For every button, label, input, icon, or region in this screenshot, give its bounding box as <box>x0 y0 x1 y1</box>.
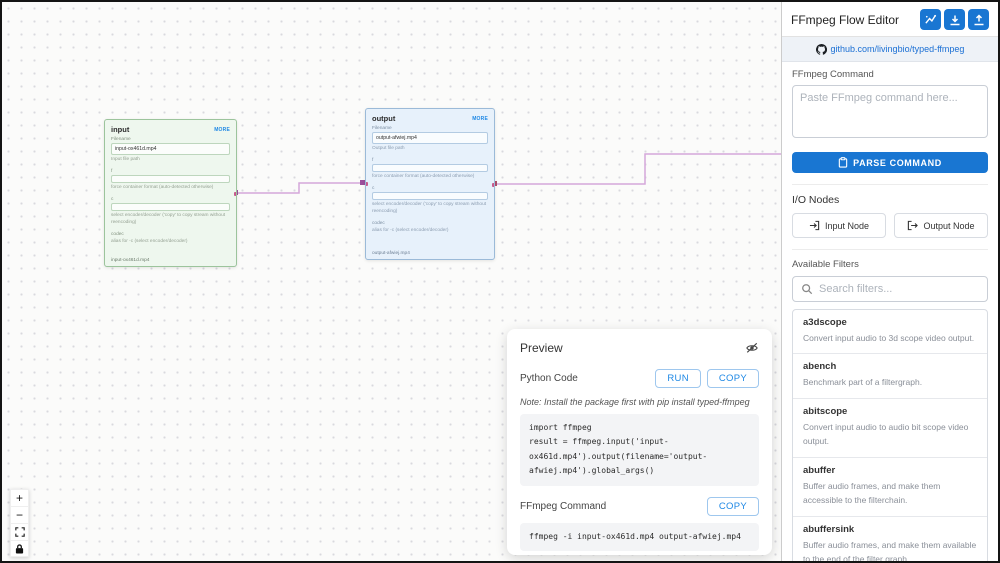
output-handle-label: output-afwiej.mp4 <box>372 251 410 256</box>
github-bar: github.com/livingbio/typed-ffmpeg <box>782 37 998 62</box>
upload-button[interactable] <box>968 9 989 30</box>
filter-name: abuffer <box>803 464 836 476</box>
edge-input-to-output[interactable] <box>237 182 363 194</box>
filter-item-abuffer[interactable]: abuffer Buffer audio frames, and make th… <box>793 458 987 517</box>
filter-search-input[interactable] <box>819 283 979 295</box>
filter-description: Buffer audio frames, and make them acces… <box>803 480 941 506</box>
fit-view-icon <box>14 527 25 537</box>
param-field[interactable] <box>372 163 488 172</box>
filter-description: Buffer audio frames, and make them avail… <box>803 539 977 561</box>
filter-name: a3dscope <box>803 317 847 328</box>
ffmpeg-flow-editor-app: input MORE Filename input-ox461d.mp4 Inp… <box>0 0 1000 563</box>
run-button[interactable]: RUN <box>655 369 701 388</box>
param-label: codec <box>372 220 385 226</box>
python-code-label: Python Code <box>520 373 578 384</box>
zoom-out-button[interactable]: − <box>10 506 29 523</box>
clipboard-icon <box>838 157 848 168</box>
command-label: FFmpeg Command <box>792 69 874 80</box>
canvas-controls: + − <box>10 489 29 557</box>
filter-description: Convert input audio to 3d scope video ou… <box>803 333 975 343</box>
filter-list: a3dscope Convert input audio to 3d scope… <box>792 309 988 561</box>
parse-command-label: PARSE COMMAND <box>853 157 942 168</box>
filter-description: Benchmark part of a filtergraph. <box>803 377 923 388</box>
param-label: codec <box>111 231 124 237</box>
filename-help: Output file path <box>372 146 405 151</box>
flow-node-input[interactable]: input MORE Filename input-ox461d.mp4 Inp… <box>104 119 237 267</box>
search-icon <box>801 283 813 295</box>
filter-item-abitscope[interactable]: abitscope Convert input audio to audio b… <box>793 399 987 458</box>
preview-title: Preview <box>520 341 563 355</box>
param-field[interactable] <box>111 174 230 183</box>
param-field[interactable] <box>111 202 230 211</box>
filter-name: abench <box>803 361 837 373</box>
node-more-button[interactable]: MORE <box>472 116 488 122</box>
lock-icon <box>15 543 24 554</box>
download-icon <box>949 14 961 26</box>
github-icon <box>815 43 827 55</box>
ffmpeg-command-block[interactable]: ffmpeg -i input-ox461d.mp4 output-afwiej… <box>520 522 759 551</box>
node-title: output <box>372 114 396 123</box>
param-label: f <box>111 168 113 174</box>
parse-command-button[interactable]: PARSE COMMAND <box>792 152 988 173</box>
add-input-node-button[interactable]: Input Node <box>792 213 886 238</box>
filename-field[interactable]: input-ox461d.mp4 <box>111 143 230 155</box>
param-help: force container format (auto-detected ot… <box>111 184 214 190</box>
filter-item-abench[interactable]: abench Benchmark part of a filtergraph. <box>793 354 987 399</box>
filter-search-box <box>792 276 988 302</box>
edge-output-to-offscreen[interactable] <box>497 153 781 185</box>
filter-name: abitscope <box>803 405 848 417</box>
hide-preview-icon[interactable] <box>745 342 759 354</box>
param-help: select encoder/decoder ('copy' to copy s… <box>372 201 487 214</box>
input-node-label: Input Node <box>824 220 870 231</box>
python-code-block[interactable]: import ffmpeg result = ffmpeg.input('inp… <box>520 414 759 486</box>
param-field[interactable] <box>372 191 488 200</box>
source-handle[interactable] <box>492 183 494 187</box>
available-filters-label: Available Filters <box>792 259 859 270</box>
filter-item-a3dscope[interactable]: a3dscope Convert input audio to 3d scope… <box>793 310 987 355</box>
filename-label: Filename <box>111 137 131 142</box>
app-title: FFmpeg Flow Editor <box>791 12 900 27</box>
filename-help: Input file path <box>111 157 140 162</box>
sidebar: FFmpeg Flow Editor github.com/livingbio/… <box>781 2 998 561</box>
node-more-button[interactable]: MORE <box>214 127 230 133</box>
filename-label: Filename <box>372 126 392 131</box>
node-title: input <box>111 125 130 134</box>
install-note: Note: Install the package first with pip… <box>520 397 750 407</box>
param-label: c <box>111 196 114 202</box>
copy-command-button[interactable]: COPY <box>706 496 759 516</box>
param-help: alias for -c (select encoder/decoder) <box>111 238 188 244</box>
param-help: select encoder/decoder ('copy' to copy s… <box>111 212 226 225</box>
lock-button[interactable] <box>10 540 29 557</box>
command-input[interactable] <box>792 85 988 138</box>
source-handle[interactable] <box>234 192 236 196</box>
param-help: alias for -c (select encoder/decoder) <box>372 227 449 233</box>
zoom-in-button[interactable]: + <box>10 489 29 506</box>
io-nodes-label: I/O Nodes <box>792 194 840 206</box>
param-help: force container format (auto-detected ot… <box>372 173 475 179</box>
flow-node-output[interactable]: output MORE Filename output-afwiej.mp4 O… <box>365 108 495 260</box>
add-output-node-button[interactable]: Output Node <box>894 213 988 238</box>
output-node-icon <box>907 220 919 231</box>
target-handle[interactable] <box>366 182 368 186</box>
output-node-label: Output Node <box>923 220 975 231</box>
auto-layout-button[interactable] <box>920 9 941 30</box>
param-label: c <box>372 185 375 191</box>
filter-item-abuffersink[interactable]: abuffersink Buffer audio frames, and mak… <box>793 517 987 561</box>
copy-python-button[interactable]: COPY <box>706 369 759 388</box>
output-handle-label: input-ox461d.mp4 <box>111 258 150 263</box>
insights-icon <box>924 13 937 26</box>
filter-name: abuffersink <box>803 523 855 535</box>
upload-icon <box>973 13 985 26</box>
preview-panel: Preview Python Code RUN COPY Note: Insta… <box>507 329 772 555</box>
fit-view-button[interactable] <box>10 523 29 540</box>
download-button[interactable] <box>944 9 965 30</box>
filename-field[interactable]: output-afwiej.mp4 <box>372 132 488 144</box>
ffmpeg-command-label: FFmpeg Command <box>520 500 607 512</box>
param-label: f <box>372 157 374 163</box>
filter-description: Convert input audio to audio bit scope v… <box>803 421 969 447</box>
input-node-icon <box>809 220 820 231</box>
github-repo-link[interactable]: github.com/livingbio/typed-ffmpeg <box>831 44 965 54</box>
